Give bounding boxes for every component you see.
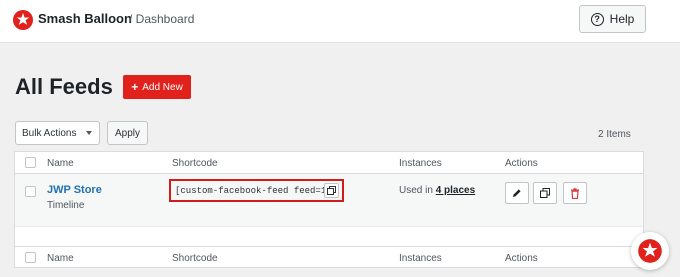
row-checkbox[interactable] bbox=[25, 186, 36, 197]
pencil-icon bbox=[513, 189, 521, 197]
help-button[interactable]: ? Help bbox=[579, 5, 646, 33]
column-header-instances: Instances bbox=[399, 158, 442, 169]
column-header-name: Name bbox=[47, 158, 74, 169]
delete-button[interactable] bbox=[563, 182, 587, 204]
apply-button[interactable]: Apply bbox=[107, 121, 148, 145]
instances-cell: Used in 4 places bbox=[399, 185, 475, 196]
feed-name-link[interactable]: JWP Store bbox=[47, 184, 102, 196]
instances-prefix: Used in bbox=[399, 185, 433, 196]
column-header-actions: Actions bbox=[505, 158, 538, 169]
table-row: JWP Store Timeline [custom-facebook-feed… bbox=[15, 174, 643, 227]
column-header-shortcode: Shortcode bbox=[172, 158, 218, 169]
shortcode-text: [custom-facebook-feed feed=1] bbox=[175, 185, 332, 196]
feeds-table: Name Shortcode Instances Actions JWP Sto… bbox=[14, 151, 644, 268]
plus-icon: + bbox=[131, 80, 139, 94]
add-new-label: Add New bbox=[142, 81, 183, 93]
question-circle-icon: ? bbox=[590, 12, 604, 26]
page-title: All Feeds bbox=[15, 74, 113, 99]
smash-balloon-logo-icon bbox=[638, 239, 662, 263]
items-count: 2 Items bbox=[598, 129, 631, 140]
brand-name[interactable]: Smash Balloon bbox=[38, 11, 132, 26]
table-footer: Name Shortcode Instances Actions bbox=[15, 246, 643, 268]
help-label: Help bbox=[609, 12, 635, 26]
column-footer-instances: Instances bbox=[399, 253, 442, 264]
bulk-actions-select[interactable]: Bulk Actions bbox=[15, 121, 100, 145]
select-all-checkbox[interactable] bbox=[25, 157, 36, 168]
edit-button[interactable] bbox=[505, 182, 529, 204]
feed-type: Timeline bbox=[47, 200, 85, 211]
column-footer-actions: Actions bbox=[505, 253, 538, 264]
copy-icon bbox=[327, 186, 336, 195]
instances-link[interactable]: 4 places bbox=[436, 185, 475, 196]
add-new-button[interactable]: + Add New bbox=[123, 75, 191, 99]
shortcode-field[interactable]: [custom-facebook-feed feed=1] bbox=[169, 179, 344, 202]
chevron-down-icon bbox=[86, 131, 92, 135]
select-all-checkbox-footer[interactable] bbox=[25, 252, 36, 263]
trash-icon bbox=[571, 187, 579, 199]
column-footer-shortcode: Shortcode bbox=[172, 253, 218, 264]
smash-balloon-logo-icon[interactable] bbox=[12, 9, 34, 31]
column-footer-name: Name bbox=[47, 253, 74, 264]
top-bar: Smash Balloon / Dashboard ? Help bbox=[0, 0, 680, 43]
bulk-actions-label: Bulk Actions bbox=[22, 127, 77, 139]
copy-shortcode-button[interactable] bbox=[324, 183, 339, 198]
duplicate-icon bbox=[540, 188, 550, 198]
smash-balloon-help-bubble[interactable] bbox=[631, 232, 669, 270]
duplicate-button[interactable] bbox=[533, 182, 557, 204]
breadcrumb: / Dashboard bbox=[129, 12, 195, 26]
table-header: Name Shortcode Instances Actions bbox=[15, 152, 643, 174]
